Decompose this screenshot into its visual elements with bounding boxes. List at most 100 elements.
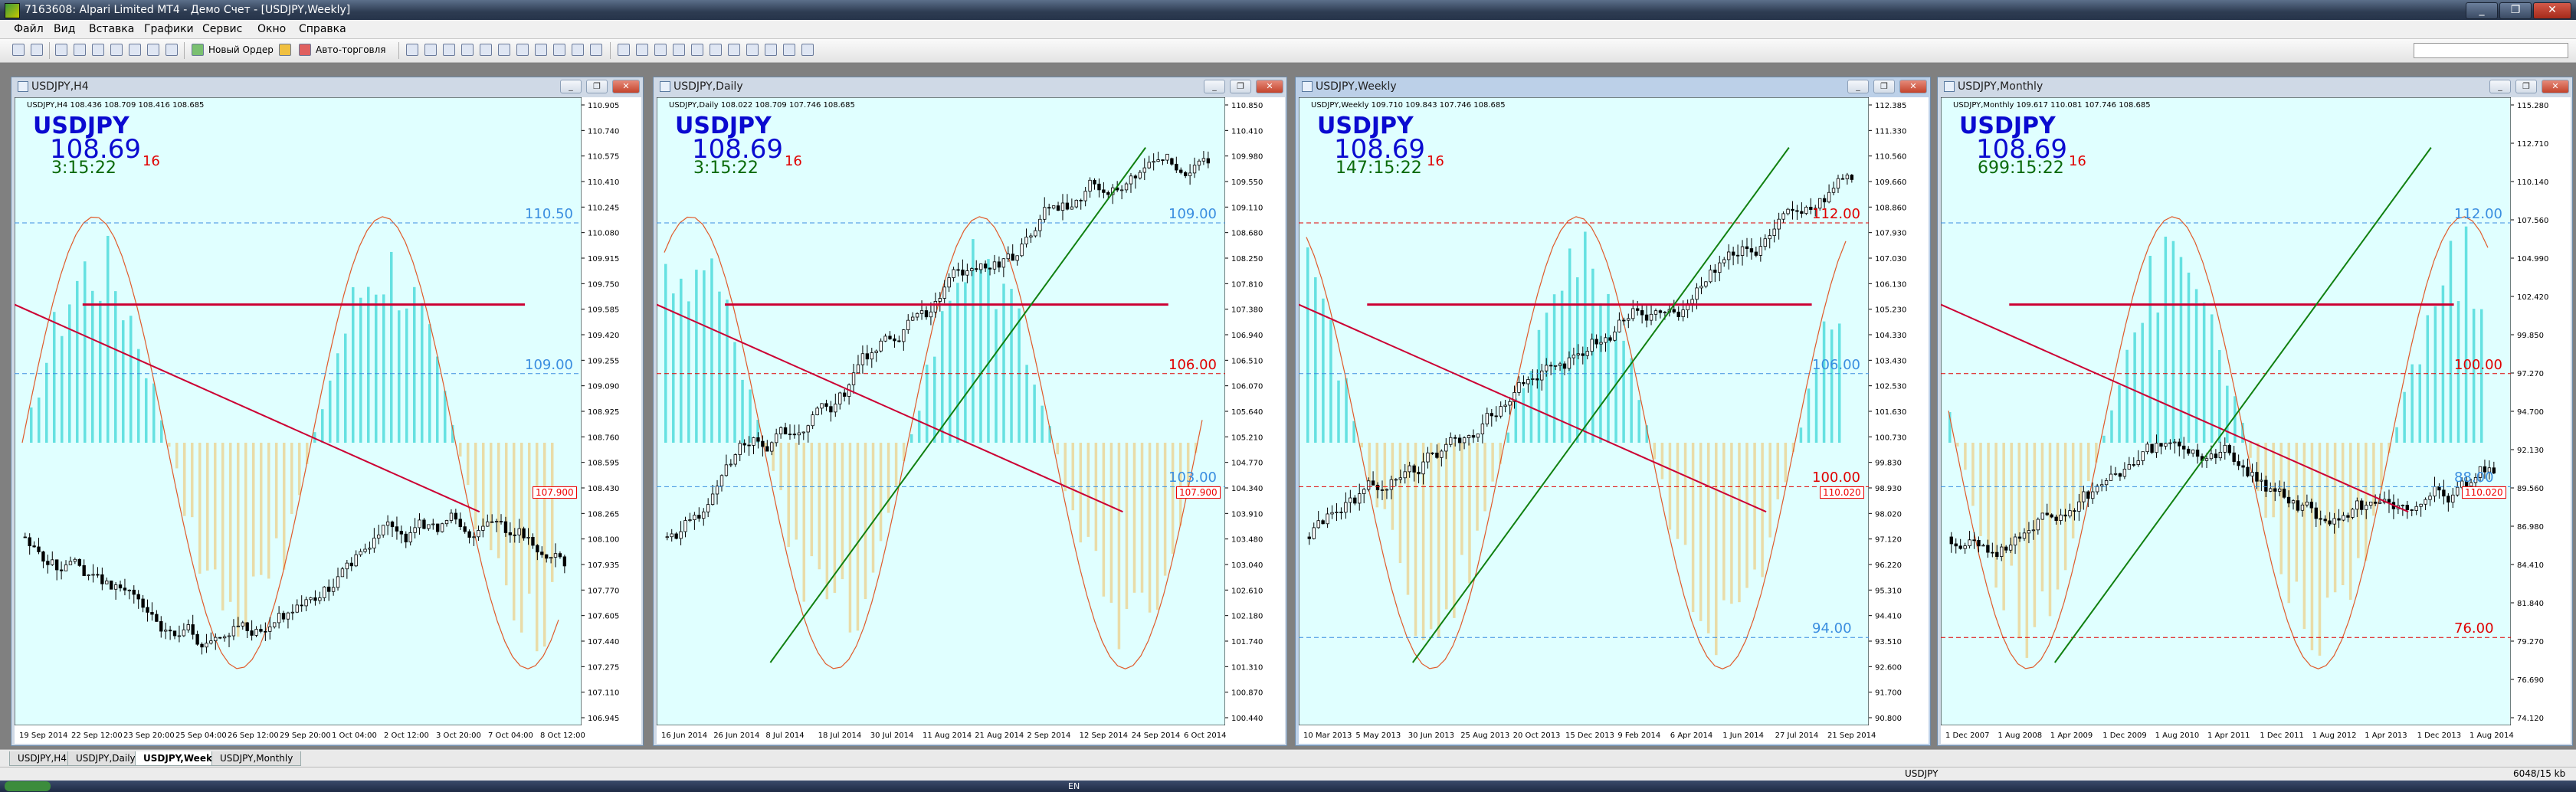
maximize-button[interactable]: ❐ bbox=[2499, 2, 2532, 19]
candle-body bbox=[155, 614, 159, 622]
periods-icon[interactable] bbox=[572, 44, 584, 56]
price-axis-label: 110.080 bbox=[588, 230, 619, 238]
indicators-icon[interactable] bbox=[553, 44, 565, 56]
data-window-icon[interactable] bbox=[74, 44, 86, 56]
chart-window-0[interactable]: USDJPY,H4 _ ❐ ✕ 110.905 110.740 110.575 110.410… bbox=[11, 77, 644, 746]
trendline-icon[interactable] bbox=[691, 44, 703, 56]
arrows-icon[interactable] bbox=[783, 44, 795, 56]
navigator-icon[interactable] bbox=[92, 44, 104, 56]
chart-close-button[interactable]: ✕ bbox=[1256, 80, 1283, 93]
price-axis-label: 109.255 bbox=[588, 357, 619, 365]
time-axis-label: 30 Jun 2013 bbox=[1408, 731, 1454, 740]
histogram-bar bbox=[1056, 443, 1059, 455]
strategy-tester-icon[interactable] bbox=[129, 44, 141, 56]
candle-body bbox=[1640, 309, 1644, 316]
tab-daily[interactable]: USDJPY,Daily bbox=[67, 751, 144, 766]
zoom-in-icon[interactable] bbox=[461, 44, 474, 56]
horizontal-line-icon[interactable] bbox=[673, 44, 685, 56]
minimize-button[interactable]: _ bbox=[2466, 2, 2498, 19]
new-chart-icon[interactable] bbox=[12, 44, 25, 56]
more-tools-icon[interactable] bbox=[801, 44, 814, 56]
candle-body bbox=[1453, 437, 1457, 439]
crosshair-icon[interactable] bbox=[636, 44, 648, 56]
candle-body bbox=[883, 335, 887, 342]
candle-body bbox=[1831, 188, 1836, 193]
histogram-bar bbox=[398, 310, 401, 443]
candle-body bbox=[1001, 258, 1006, 268]
candle-body bbox=[1449, 437, 1453, 445]
zoom-out-icon[interactable] bbox=[480, 44, 492, 56]
menu-file[interactable]: Файл bbox=[14, 23, 44, 35]
histogram-bar bbox=[695, 270, 698, 443]
candle-body bbox=[1408, 465, 1411, 473]
bar-chart-icon[interactable] bbox=[406, 44, 418, 56]
chart-minimize-button[interactable]: _ bbox=[1847, 80, 1869, 93]
time-axis-label: 11 Aug 2014 bbox=[923, 731, 972, 740]
price-chart[interactable]: 115.280 112.710 110.140 107.560 104.990 102.4… bbox=[1941, 97, 2571, 744]
chart-maximize-button[interactable]: ❐ bbox=[1230, 80, 1251, 93]
chart-close-button[interactable]: ✕ bbox=[612, 80, 640, 93]
tab-monthly[interactable]: USDJPY,Monthly bbox=[211, 751, 302, 766]
histogram-bar bbox=[733, 342, 736, 443]
tile-windows-icon[interactable] bbox=[498, 44, 510, 56]
chart-shift-icon[interactable] bbox=[535, 44, 547, 56]
history-icon[interactable] bbox=[166, 44, 178, 56]
cursor-icon[interactable] bbox=[618, 44, 630, 56]
chart-close-button[interactable]: ✕ bbox=[2542, 80, 2569, 93]
menu-tools[interactable]: Сервис bbox=[202, 23, 242, 35]
channel-icon[interactable] bbox=[710, 44, 722, 56]
price-axis-label: 107.440 bbox=[588, 638, 619, 646]
candle-body bbox=[2127, 464, 2132, 470]
histogram-bar bbox=[987, 259, 990, 443]
chart-minimize-button[interactable]: _ bbox=[1204, 80, 1225, 93]
tab-h4[interactable]: USDJPY,H4 bbox=[9, 751, 75, 766]
chart-minimize-button[interactable]: _ bbox=[560, 80, 582, 93]
histogram-bar bbox=[1653, 443, 1657, 460]
meta-icon[interactable] bbox=[279, 44, 291, 56]
price-chart[interactable]: 110.850 110.410 109.980 109.550 109.110 108.6… bbox=[657, 97, 1285, 744]
candle-body bbox=[536, 545, 539, 553]
price-axis-label: 110.140 bbox=[2517, 178, 2548, 187]
auto-trading-button[interactable]: Авто-торговля bbox=[316, 44, 386, 55]
chart-close-button[interactable]: ✕ bbox=[1899, 80, 1927, 93]
chart-minimize-button[interactable]: _ bbox=[2489, 80, 2511, 93]
language-indicator[interactable]: EN bbox=[1068, 781, 1080, 791]
new-order-button[interactable]: Новый Ордер bbox=[208, 44, 274, 55]
autoscroll-icon[interactable] bbox=[516, 44, 529, 56]
histogram-bar bbox=[244, 443, 247, 627]
templates-icon[interactable] bbox=[590, 44, 602, 56]
candlestick-icon[interactable] bbox=[424, 44, 437, 56]
auto-trading-icon[interactable] bbox=[299, 44, 311, 56]
menu-view[interactable]: Вид bbox=[54, 23, 75, 35]
chart-window-1[interactable]: USDJPY,Daily _ ❐ ✕ 110.850 110.410 109.980 109.… bbox=[653, 77, 1287, 746]
chart-window-2[interactable]: USDJPY,Weekly _ ❐ ✕ 112.385 111.330 110.560 109… bbox=[1295, 77, 1931, 746]
search-input[interactable] bbox=[2414, 43, 2568, 58]
vertical-line-icon[interactable] bbox=[654, 44, 667, 56]
candle-body bbox=[2419, 503, 2423, 507]
line-chart-icon[interactable] bbox=[443, 44, 455, 56]
menu-charts[interactable]: Графики bbox=[144, 23, 194, 35]
chart-window-3[interactable]: USDJPY,Monthly _ ❐ ✕ 115.280 112.710 110.140 10… bbox=[1937, 77, 2573, 746]
menu-window[interactable]: Окно bbox=[257, 23, 286, 35]
menu-insert[interactable]: Вставка bbox=[89, 23, 134, 35]
chart-maximize-button[interactable]: ❐ bbox=[1873, 80, 1895, 93]
candle-body bbox=[715, 486, 719, 495]
level-label: 106.00 bbox=[1168, 356, 1217, 373]
price-chart[interactable]: 112.385 111.330 110.560 109.660 108.860 107.9… bbox=[1299, 97, 1929, 744]
chart-maximize-button[interactable]: ❐ bbox=[586, 80, 608, 93]
close-button[interactable]: ✕ bbox=[2533, 2, 2571, 19]
market-watch-icon[interactable] bbox=[55, 44, 67, 56]
new-order-icon[interactable] bbox=[192, 44, 204, 56]
start-button[interactable] bbox=[5, 781, 51, 791]
price-chart[interactable]: 110.905 110.740 110.575 110.410 110.245 110.0… bbox=[15, 97, 641, 744]
text-icon[interactable] bbox=[746, 44, 759, 56]
terminal-icon[interactable] bbox=[110, 44, 123, 56]
fibonacci-icon[interactable] bbox=[728, 44, 740, 56]
chart-maximize-button[interactable]: ❐ bbox=[2515, 80, 2537, 93]
text-label-icon[interactable] bbox=[765, 44, 777, 56]
profiles-icon[interactable] bbox=[31, 44, 43, 56]
candle-body bbox=[1827, 191, 1831, 203]
window-title: 7163608: Alpari Limited MT4 - Демо Счет … bbox=[25, 4, 351, 16]
metaeditor-icon[interactable] bbox=[147, 44, 159, 56]
menu-help[interactable]: Справка bbox=[299, 23, 346, 35]
